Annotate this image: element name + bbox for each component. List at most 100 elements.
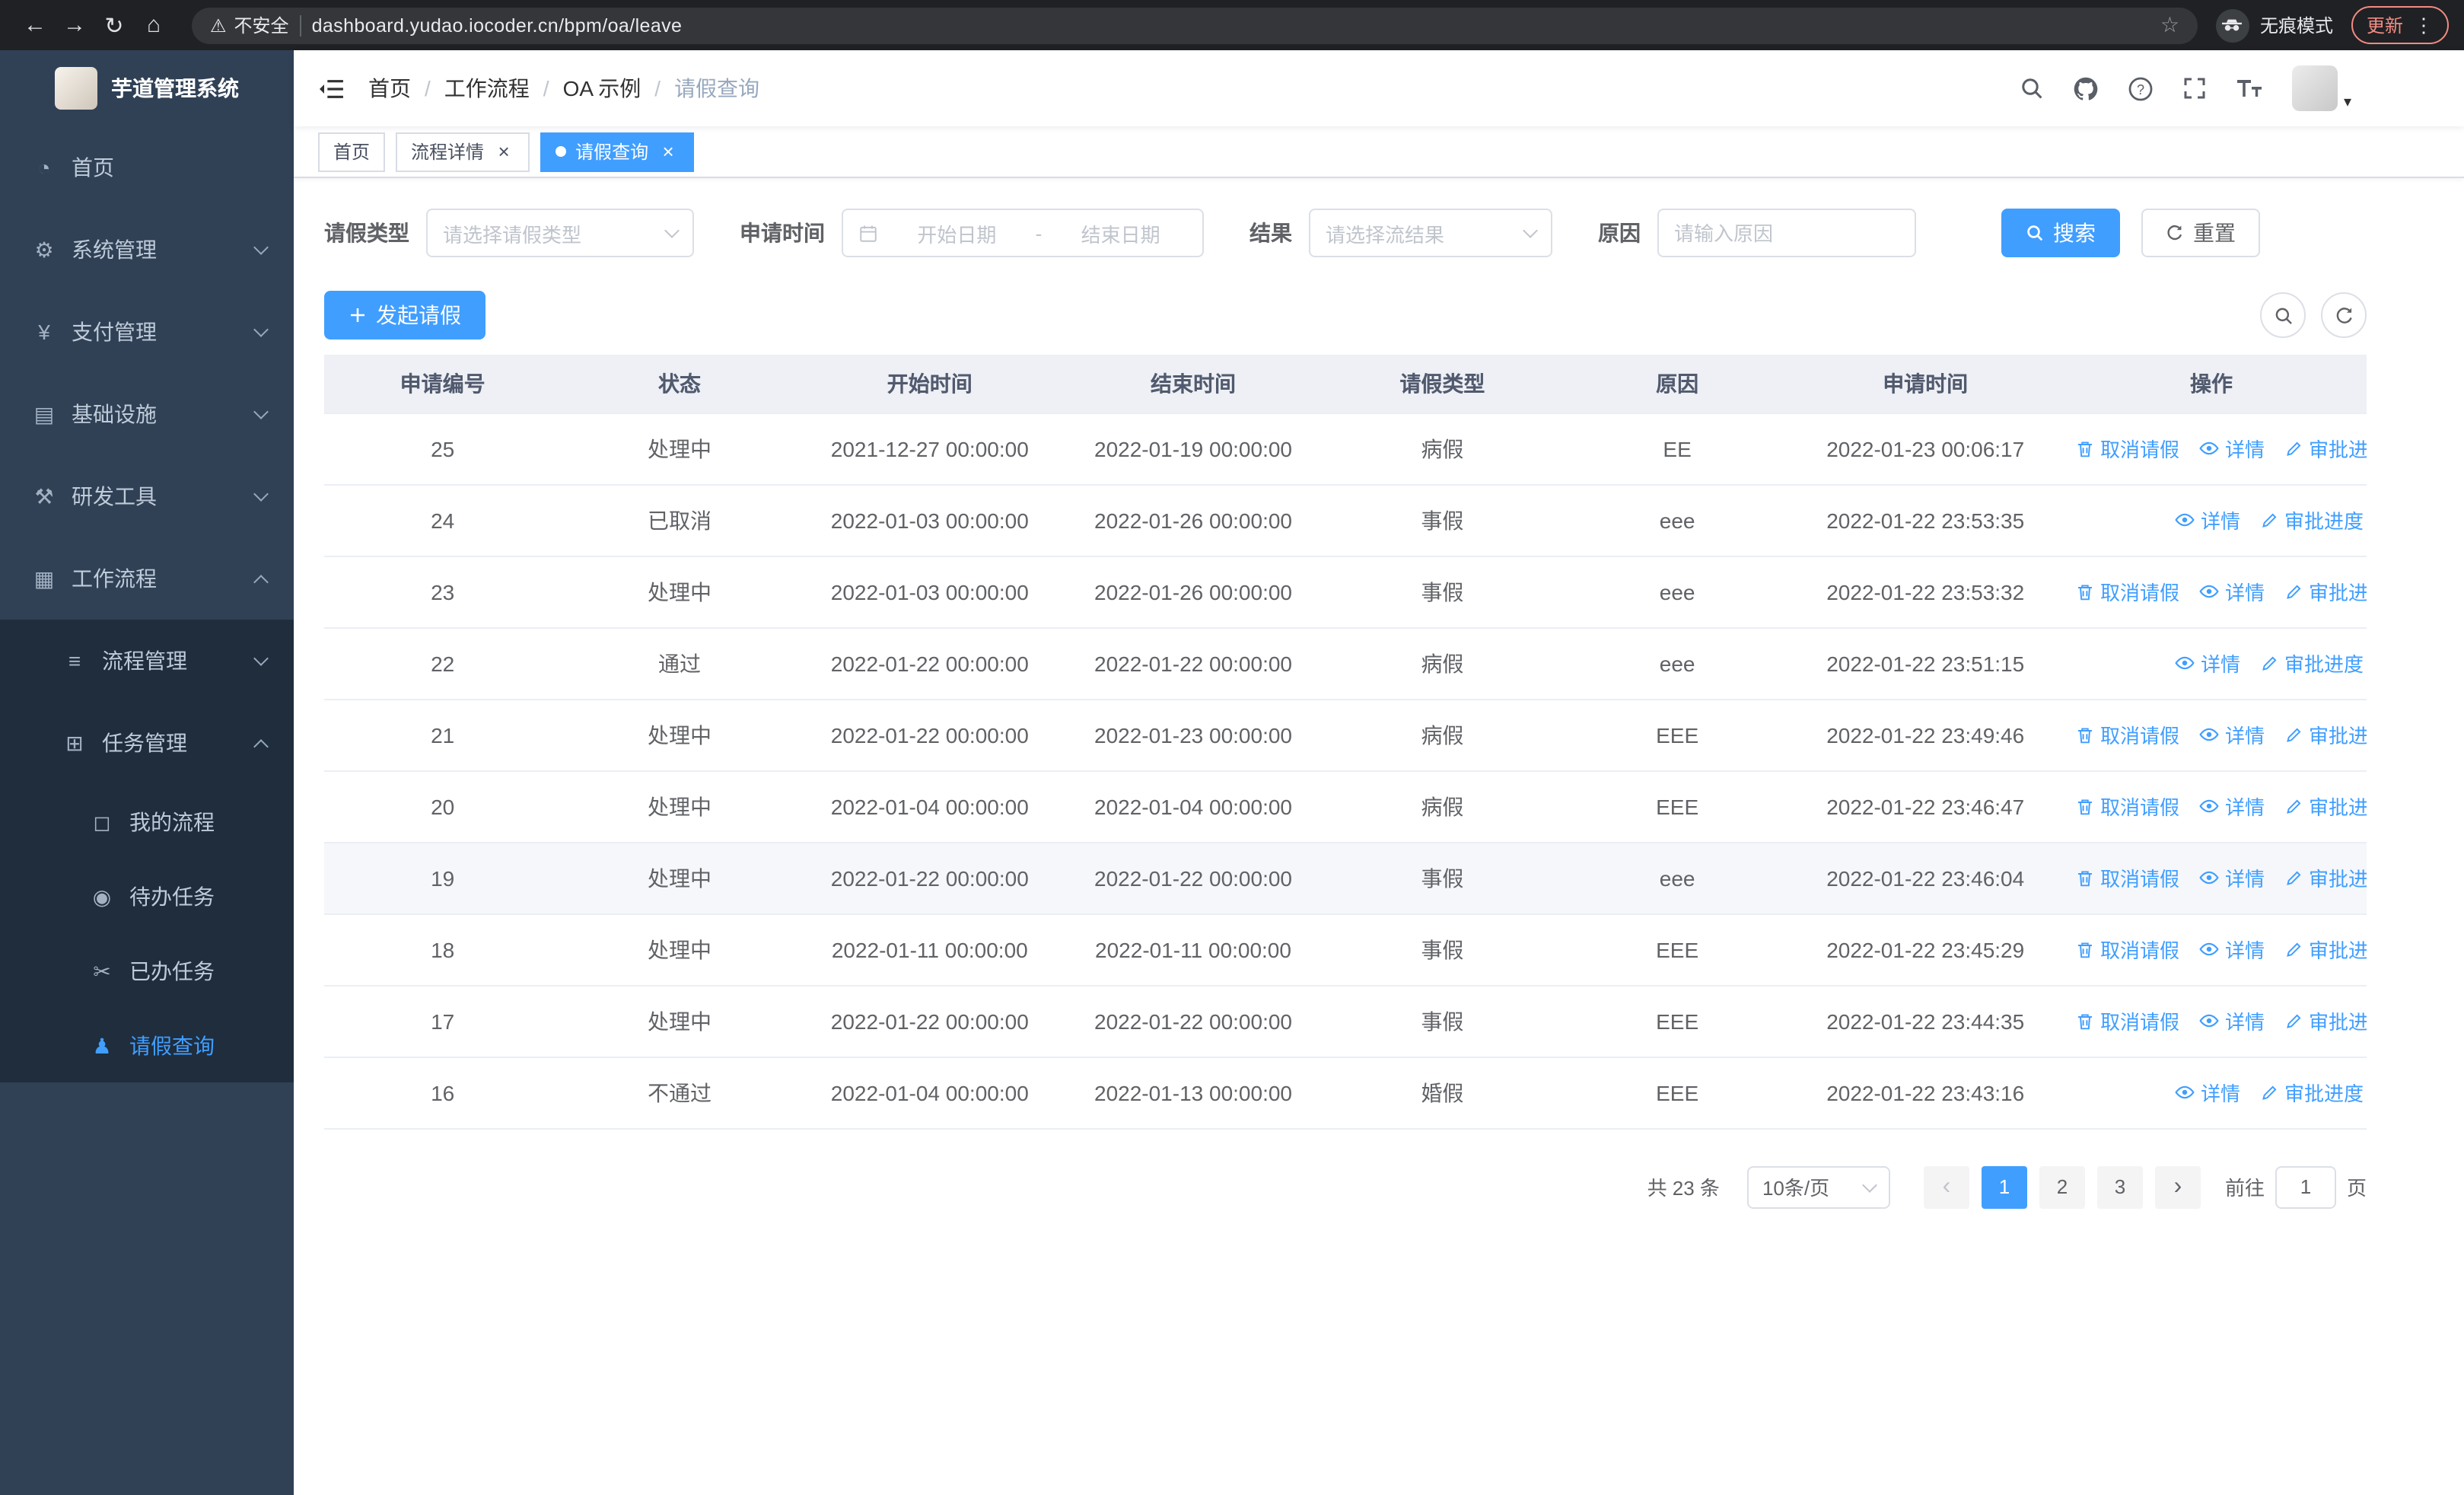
action-cancel-button[interactable]: 取消请假 [2076,864,2179,893]
action-progress-button[interactable]: 审批进度 [2284,936,2367,964]
prev-page-button[interactable]: ‹ [1923,1165,1969,1208]
sidebar-item-devtools[interactable]: ⚒ 研发工具 [0,455,294,537]
edit-icon [2284,583,2303,601]
reload-icon[interactable]: ↻ [94,5,134,45]
action-detail-button[interactable]: 详情 [2199,434,2265,463]
action-detail-button[interactable]: 详情 [2199,720,2265,749]
refresh-table-button[interactable] [2321,292,2367,338]
action-cancel-button[interactable]: 取消请假 [2076,1007,2179,1036]
back-icon[interactable]: ← [15,5,55,45]
browser-menu-icon[interactable]: ⋮ [2414,13,2434,37]
action-progress-button[interactable]: 审批进度 [2260,1079,2364,1108]
cell-status: 处理中 [561,770,798,843]
browser-update-button[interactable]: 更新 ⋮ [2351,6,2449,44]
action-detail-button[interactable]: 详情 [2199,935,2265,964]
forward-icon[interactable]: → [55,5,94,45]
view-icon [2199,1011,2219,1031]
sidebar-item-label: 工作流程 [72,566,157,591]
action-cancel-button[interactable]: 取消请假 [2076,936,2179,964]
breadcrumb-item[interactable]: 首页 [368,73,411,104]
cell-end-time: 2022-01-13 00:00:00 [1061,1057,1326,1129]
table-header-row: 申请编号 状态 开始时间 结束时间 请假类型 原因 申请时间 操作 [324,355,2367,413]
action-cancel-button[interactable]: 取消请假 [2076,721,2179,750]
toggle-search-button[interactable] [2260,292,2306,338]
sidebar-item-done-tasks[interactable]: ✂ 已办任务 [0,933,294,1008]
reset-button[interactable]: 重置 [2141,209,2260,257]
start-date-input[interactable]: 开始日期 [890,218,1023,247]
page-button-3[interactable]: 3 [2096,1165,2143,1208]
tab-process-detail[interactable]: 流程详情 × [396,132,530,171]
end-date-input[interactable]: 结束日期 [1054,218,1187,247]
sidebar-item-workflow[interactable]: ▦ 工作流程 [0,537,294,620]
security-warning[interactable]: ⚠ 不安全 [210,12,289,38]
page-button-2[interactable]: 2 [2039,1165,2085,1208]
action-progress-button[interactable]: 审批进度 [2284,1007,2367,1036]
total-count: 共 23 条 [1647,1177,1720,1200]
sidebar-item-process-management[interactable]: ≡ 流程管理 [0,620,294,702]
action-detail-button[interactable]: 详情 [2175,505,2240,534]
breadcrumb-item[interactable]: OA 示例 [563,73,641,104]
next-page-button[interactable]: › [2154,1165,2201,1208]
search-icon[interactable] [2020,76,2044,100]
sidebar-item-leave-query[interactable]: ♟ 请假查询 [0,1008,294,1082]
sidebar-item-home[interactable]: ◔ 首页 [0,126,294,209]
sidebar-item-system-management[interactable]: ⚙ 系统管理 [0,209,294,291]
action-cancel-button[interactable]: 取消请假 [2076,578,2179,607]
action-cancel-button[interactable]: 取消请假 [2076,792,2179,821]
github-icon[interactable] [2073,75,2099,101]
fullscreen-icon[interactable] [2182,76,2207,100]
table-row: 20 处理中 2022-01-04 00:00:00 2022-01-04 00:00… [324,770,2367,843]
bookmark-star-icon[interactable]: ☆ [2160,12,2179,38]
apply-time-range-picker[interactable]: 开始日期 - 结束日期 [842,209,1204,257]
action-detail-button[interactable]: 详情 [2199,1006,2265,1035]
action-detail-button[interactable]: 详情 [2175,649,2240,677]
tab-leave-query[interactable]: 请假查询 × [540,132,695,171]
column-header: 申请编号 [324,355,562,413]
leave-type-select[interactable]: 请选择请假类型 [426,209,694,257]
delete-icon [2076,941,2094,959]
help-icon[interactable]: ? [2128,75,2154,101]
done-task-icon: ✂ [93,958,111,983]
action-label: 审批进度 [2309,438,2367,462]
search-button[interactable]: 搜索 [2001,209,2120,257]
sidebar-item-payment-management[interactable]: ¥ 支付管理 [0,291,294,373]
home-icon[interactable]: ⌂ [134,5,173,45]
tab-home[interactable]: 首页 [318,132,386,171]
action-progress-button[interactable]: 审批进度 [2260,506,2364,535]
create-leave-button[interactable]: 发起请假 [324,291,485,339]
result-select[interactable]: 请选择流结果 [1309,209,1552,257]
breadcrumb-item[interactable]: 工作流程 [444,73,530,104]
close-icon[interactable]: × [493,140,514,163]
action-detail-button[interactable]: 详情 [2199,792,2265,821]
page-button-1[interactable]: 1 [1981,1165,2027,1208]
sidebar-item-task-management[interactable]: ⊞ 任务管理 [0,702,294,784]
goto-page-input[interactable] [2275,1165,2336,1208]
action-cancel-button[interactable]: 取消请假 [2076,435,2179,464]
sidebar-item-infrastructure[interactable]: ▤ 基础设施 [0,373,294,455]
close-icon[interactable]: × [657,140,679,163]
action-progress-button[interactable]: 审批进度 [2284,578,2367,607]
sidebar-item-my-process[interactable]: ◻ 我的流程 [0,784,294,859]
font-size-icon[interactable] [2236,76,2263,100]
action-progress-button[interactable]: 审批进度 [2284,435,2367,464]
cell-apply-time: 2022-01-22 23:46:47 [1794,770,2056,843]
action-progress-button[interactable]: 审批进度 [2284,864,2367,893]
active-tab-dot [556,146,567,157]
page-size-select[interactable]: 10条/页 [1746,1165,1890,1208]
action-progress-button[interactable]: 审批进度 [2260,649,2364,678]
action-detail-button[interactable]: 详情 [2199,863,2265,892]
action-detail-button[interactable]: 详情 [2199,577,2265,606]
incognito-label: 无痕模式 [2259,15,2333,37]
leave-query-icon: ♟ [92,1033,112,1057]
app-logo[interactable]: 芋道管理系统 [0,50,294,126]
user-avatar[interactable]: ▾ [2291,65,2351,111]
action-detail-button[interactable]: 详情 [2175,1078,2240,1107]
action-progress-button[interactable]: 审批进度 [2284,792,2367,821]
address-bar[interactable]: ⚠ 不安全 dashboard.yudao.iocoder.cn/bpm/oa/… [192,7,2198,43]
cell-apply-time: 2022-01-22 23:44:35 [1794,985,2056,1057]
sidebar-item-todo-tasks[interactable]: ◉ 待办任务 [0,859,294,933]
action-progress-button[interactable]: 审批进度 [2284,721,2367,750]
hamburger-icon[interactable] [318,77,344,100]
reason-input[interactable] [1674,222,1899,244]
date-range-separator: - [1035,222,1043,244]
